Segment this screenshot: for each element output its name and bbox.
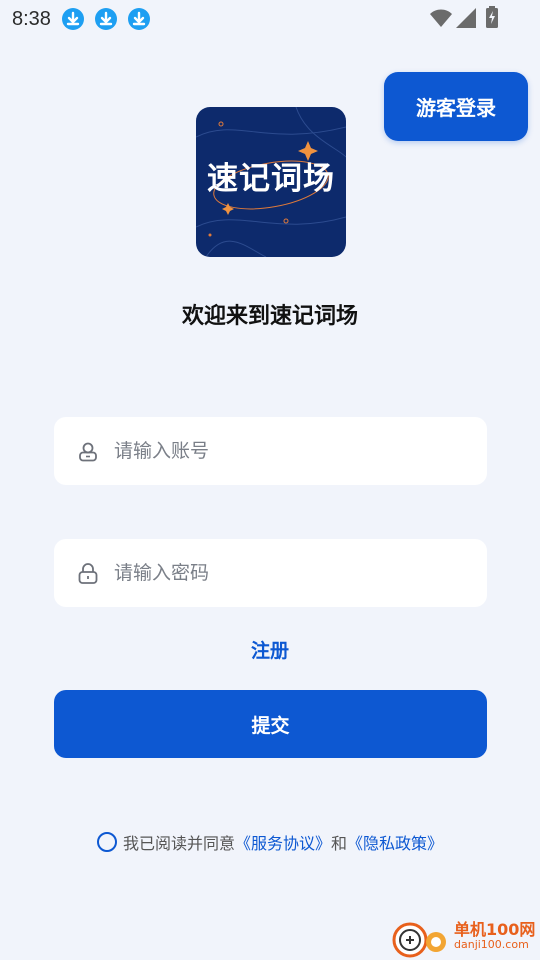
agreement-and: 和 — [331, 834, 348, 853]
agreement-prefix: 我已阅读并同意 — [122, 834, 235, 853]
download-icon — [95, 8, 117, 30]
battery-charging-icon — [486, 6, 498, 28]
service-agreement-link[interactable]: 《服务协议》 — [235, 830, 331, 854]
register-link[interactable]: 注册 — [0, 636, 540, 663]
guest-login-button[interactable]: 游客登录 — [384, 72, 528, 141]
watermark: 单机100网 danji100.com — [390, 912, 540, 960]
download-icon — [62, 8, 84, 30]
account-field[interactable] — [54, 417, 487, 485]
user-icon — [79, 442, 97, 462]
lock-icon — [78, 563, 98, 584]
app-logo: 速记词场 — [196, 107, 346, 257]
watermark-subtext: danji100.com — [454, 938, 529, 951]
submit-button[interactable]: 提交 — [54, 690, 487, 758]
status-time: 8:38 — [12, 8, 51, 30]
wifi-icon — [430, 9, 452, 27]
download-icon — [128, 8, 150, 30]
status-bar: 8:38 — [0, 0, 540, 38]
agreement-radio[interactable] — [96, 832, 117, 852]
password-input[interactable] — [112, 561, 456, 585]
logo-text: 速记词场 — [207, 161, 335, 197]
password-field[interactable] — [54, 539, 487, 607]
welcome-title: 欢迎来到速记词场 — [181, 304, 358, 329]
watermark-text: 单机100网 — [454, 920, 536, 939]
agreement-row: 我已阅读并同意 《服务协议》 和 《隐私政策》 — [0, 830, 540, 854]
account-input[interactable] — [112, 439, 456, 463]
privacy-policy-link[interactable]: 《隐私政策》 — [347, 830, 443, 854]
signal-icon — [456, 8, 476, 28]
watermark-logo-icon — [392, 922, 446, 958]
